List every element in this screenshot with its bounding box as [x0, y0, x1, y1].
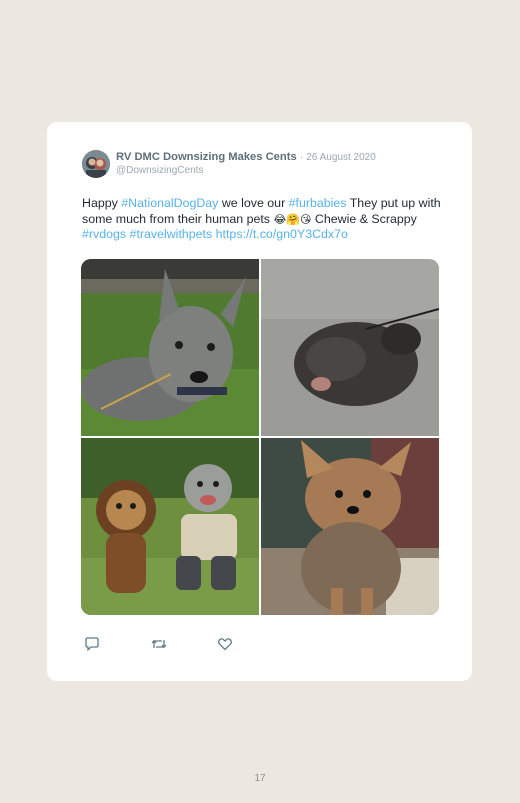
tweet-actions [84, 636, 254, 656]
avatar[interactable] [82, 150, 110, 178]
reply-icon[interactable] [84, 636, 102, 654]
photo-grid [81, 259, 439, 615]
author-handle[interactable]: @DownsizingCents [116, 165, 203, 176]
tweet-header: RV DMC Downsizing Makes Cents · 26 Augus… [82, 150, 462, 180]
tweet-card: RV DMC Downsizing Makes Cents · 26 Augus… [47, 122, 472, 681]
emoji-text: 😂🤗😘 [273, 212, 312, 226]
photo-dog-pavement[interactable] [261, 259, 439, 436]
text-segment: Happy [82, 196, 122, 210]
text-segment: we love our [218, 196, 289, 210]
hashtag-link[interactable]: #travelwithpets [130, 227, 213, 241]
author-line: RV DMC Downsizing Makes Cents · 26 Augus… [116, 151, 376, 163]
retweet-icon[interactable] [150, 636, 168, 654]
url-link[interactable]: https://t.co/gn0Y3Cdx7o [216, 227, 348, 241]
text-segment: Chewie & Scrappy [311, 211, 417, 226]
hashtag-link[interactable]: #NationalDogDay [121, 196, 218, 210]
tweet-text: Happy #NationalDogDay we love our #furba… [82, 196, 442, 243]
author-name[interactable]: RV DMC Downsizing Makes Cents [116, 151, 297, 163]
hashtag-link[interactable]: #rvdogs [82, 227, 126, 241]
hashtag-link[interactable]: #furbabies [289, 196, 347, 210]
photo-yorkie-indoors[interactable] [261, 438, 439, 615]
photo-dogs-costumes[interactable] [81, 438, 259, 615]
photo-grey-dog-grass[interactable] [81, 259, 259, 436]
like-icon[interactable] [217, 636, 235, 654]
page-number: 17 [254, 773, 266, 784]
separator: · [299, 152, 304, 163]
tweet-date[interactable]: 26 August 2020 [306, 152, 376, 163]
